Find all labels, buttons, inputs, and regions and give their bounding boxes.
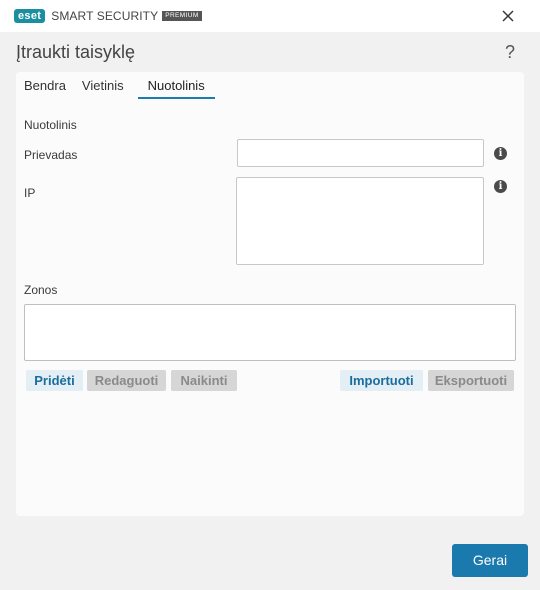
- port-input[interactable]: [237, 139, 484, 167]
- product-name: SMART SECURITY: [51, 9, 159, 23]
- port-info-icon[interactable]: i: [494, 147, 507, 160]
- section-title: Nuotolinis: [24, 118, 77, 132]
- tab-local[interactable]: Vietinis: [82, 78, 132, 99]
- help-icon[interactable]: ?: [505, 42, 515, 63]
- title-bar: eset SMART SECURITY PREMIUM: [0, 0, 540, 32]
- ip-input[interactable]: [236, 177, 484, 265]
- export-button[interactable]: Eksportuoti: [428, 370, 514, 391]
- ok-button[interactable]: Gerai: [452, 544, 528, 577]
- tab-bar: Bendra Vietinis Nuotolinis: [24, 78, 223, 99]
- edit-button[interactable]: Redaguoti: [87, 370, 166, 391]
- close-icon: [502, 10, 514, 22]
- delete-button[interactable]: Naikinti: [171, 370, 237, 391]
- edition-badge: PREMIUM: [162, 11, 202, 21]
- dialog-title: Įtraukti taisyklę: [16, 42, 136, 62]
- zones-list[interactable]: [24, 304, 516, 361]
- ip-label: IP: [24, 186, 36, 200]
- add-button[interactable]: Pridėti: [26, 370, 83, 391]
- import-button[interactable]: Importuoti: [340, 370, 423, 391]
- zones-label: Zonos: [24, 283, 58, 297]
- ip-info-icon[interactable]: i: [494, 180, 507, 193]
- tab-remote[interactable]: Nuotolinis: [137, 78, 215, 99]
- tab-general[interactable]: Bendra: [24, 78, 74, 99]
- logo-mark: eset: [14, 9, 46, 23]
- eset-logo: eset SMART SECURITY PREMIUM: [14, 9, 202, 23]
- rule-panel: Bendra Vietinis Nuotolinis Nuotolinis Pr…: [16, 72, 524, 516]
- port-label: Prievadas: [24, 148, 78, 162]
- close-button[interactable]: [496, 4, 520, 28]
